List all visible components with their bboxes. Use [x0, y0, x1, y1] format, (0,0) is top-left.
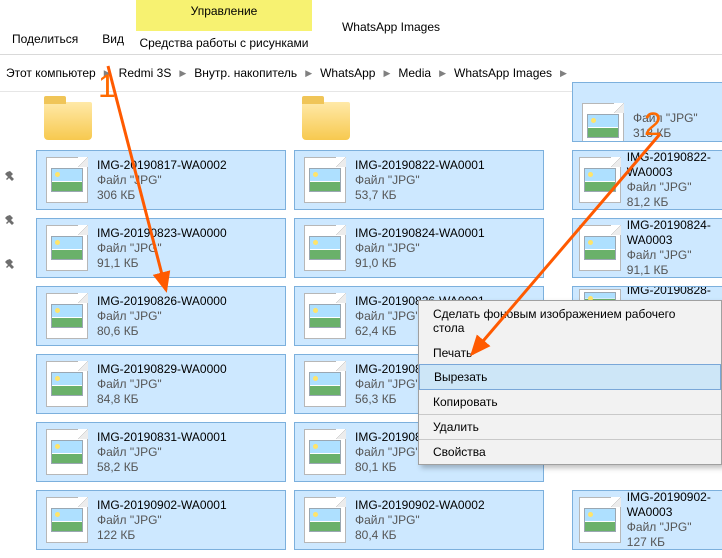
ctx-delete[interactable]: Удалить	[419, 414, 721, 439]
pin-icon	[3, 214, 17, 228]
file-name: IMG-20190902-WA0001	[97, 498, 227, 513]
file-item[interactable]: IMG-20190902-WA0001Файл "JPG"122 КБ	[36, 490, 286, 550]
file-type: Файл "JPG"	[97, 309, 227, 324]
breadcrumb-item[interactable]: WhatsApp Images	[450, 59, 556, 87]
chevron-right-icon[interactable]: ▶	[379, 59, 394, 87]
share-tab[interactable]: Поделиться	[0, 0, 90, 54]
file-size: 58,2 КБ	[97, 460, 227, 475]
ctx-properties[interactable]: Свойства	[419, 439, 721, 464]
image-file-icon	[46, 497, 88, 543]
context-group-label: Управление	[136, 0, 312, 22]
file-type: Файл "JPG"	[97, 513, 227, 528]
breadcrumb-item[interactable]: Media	[394, 59, 435, 87]
file-size: 84,8 КБ	[97, 392, 227, 407]
file-item[interactable]: IMG-20190902-WA0002Файл "JPG"80,4 КБ	[294, 490, 544, 550]
image-file-icon	[304, 361, 346, 407]
file-type: Файл "JPG"	[97, 445, 227, 460]
file-type: Файл "JPG"	[97, 377, 227, 392]
folder-icon	[302, 102, 350, 140]
file-name: IMG-20190902-WA0002	[355, 498, 485, 513]
file-type: Файл "JPG"	[633, 111, 698, 126]
image-file-icon	[46, 225, 88, 271]
file-item[interactable]: IMG-20190831-WA0001Файл "JPG"58,2 КБ	[36, 422, 286, 482]
image-file-icon	[304, 225, 346, 271]
folder-icon	[44, 102, 92, 140]
pin-icon	[3, 258, 17, 272]
picture-tools-tab[interactable]: Средства работы с рисунками	[136, 31, 312, 54]
file-item[interactable]: IMG-20190902-WA0003Файл "JPG"127 КБ	[572, 490, 722, 550]
file-size: 127 КБ	[627, 535, 722, 550]
image-file-icon	[304, 293, 346, 339]
image-file-icon	[304, 157, 346, 203]
quick-access-strip	[0, 110, 20, 558]
window-title: WhatsApp Images	[312, 0, 440, 54]
file-size: 80,6 КБ	[97, 324, 227, 339]
file-name: IMG-20190829-WA0000	[97, 362, 227, 377]
file-item[interactable]: IMG-20190829-WA0000Файл "JPG"84,8 КБ	[36, 354, 286, 414]
chevron-right-icon[interactable]: ▶	[556, 59, 571, 87]
image-file-icon	[46, 157, 88, 203]
image-file-icon	[46, 293, 88, 339]
image-file-icon	[46, 429, 88, 475]
annotation-number: 1	[98, 68, 116, 105]
image-file-icon	[304, 497, 346, 543]
context-tab-group: Управление Средства работы с рисунками	[136, 0, 312, 54]
image-file-icon	[46, 361, 88, 407]
annotation-number: 2	[644, 106, 662, 143]
image-file-icon	[579, 497, 621, 543]
chevron-right-icon[interactable]: ▶	[435, 59, 450, 87]
breadcrumb-item[interactable]: WhatsApp	[316, 59, 379, 87]
breadcrumb-item[interactable]: Внутр. накопитель	[190, 59, 301, 87]
ctx-cut[interactable]: Вырезать	[419, 364, 721, 390]
file-type: Файл "JPG"	[355, 513, 485, 528]
file-size: 80,4 КБ	[355, 528, 485, 543]
image-file-icon	[304, 429, 346, 475]
breadcrumb-item[interactable]: Этот компьютер	[2, 59, 100, 87]
view-tab[interactable]: Вид	[90, 0, 136, 54]
share-tab-label: Поделиться	[10, 26, 80, 52]
pin-icon	[3, 170, 17, 184]
ribbon: Поделиться Вид Управление Средства работ…	[0, 0, 722, 55]
file-size: 122 КБ	[97, 528, 227, 543]
chevron-right-icon[interactable]: ▶	[301, 59, 316, 87]
file-name: IMG-20190902-WA0003	[627, 490, 722, 520]
annotation-arrow-icon	[460, 130, 680, 360]
view-tab-label: Вид	[100, 26, 126, 52]
ctx-copy[interactable]: Копировать	[419, 389, 721, 414]
file-name: IMG-20190831-WA0001	[97, 430, 227, 445]
file-type: Файл "JPG"	[627, 520, 722, 535]
